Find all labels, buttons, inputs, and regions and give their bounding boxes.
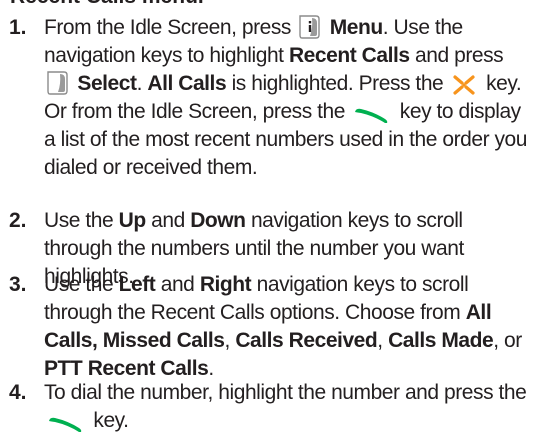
step-text: To dial the number, highlight the number…	[44, 379, 536, 435]
step-number: 1.	[9, 16, 27, 39]
keyword-up: Up	[118, 209, 147, 232]
section-heading-partial: Recent Calls menu.	[10, 0, 204, 9]
step-text-segment: ,	[377, 329, 383, 352]
step-text-segment: and	[160, 273, 195, 296]
step-text-segment: key.	[93, 409, 129, 432]
step-text-segment: .	[136, 72, 143, 95]
keyword-all-calls: All Calls	[147, 72, 227, 95]
step-text-segment: ,	[224, 329, 231, 352]
keyword-down: Down	[190, 209, 246, 232]
manual-page: Recent Calls menu. 1. From the Idle Scre…	[0, 0, 540, 444]
keyword-calls-made: Calls Made	[388, 329, 494, 352]
step-text-segment: is highlighted. Press the	[231, 72, 444, 95]
softkey-select-icon	[46, 70, 68, 96]
step-text-segment: and	[151, 209, 185, 232]
softkey-menu-icon	[298, 14, 321, 40]
step-text: Use the Left and Right navigation keys t…	[44, 271, 536, 383]
send-key-icon	[352, 106, 390, 124]
send-key-icon	[46, 415, 84, 433]
step-number: 3.	[9, 273, 27, 296]
navigation-cross-key-icon	[451, 74, 477, 96]
step-text-segment: Use the	[44, 209, 114, 232]
step-number: 4.	[9, 381, 27, 404]
step-text-segment: Use the	[44, 273, 114, 296]
keyword-select: Select	[77, 72, 137, 95]
keyword-calls-received: Calls Received	[235, 329, 378, 352]
step-text-segment: .	[208, 357, 214, 380]
step-text-segment: From the Idle Screen, press	[44, 16, 291, 39]
keyword-recent-calls: Recent Calls	[288, 44, 410, 67]
keyword-left: Left	[118, 273, 156, 296]
step-number: 2.	[9, 209, 27, 232]
step-text-segment: To dial the number, highlight the number…	[44, 381, 527, 404]
step-text: From the Idle Screen, press Menu. Use th…	[44, 14, 536, 182]
step-text-segment: and press	[415, 44, 504, 67]
keyword-ptt-recent-calls: PTT Recent Calls	[44, 357, 209, 380]
keyword-right: Right	[199, 273, 252, 296]
step-text-segment: , or	[493, 329, 522, 352]
keyword-menu: Menu	[329, 16, 383, 39]
